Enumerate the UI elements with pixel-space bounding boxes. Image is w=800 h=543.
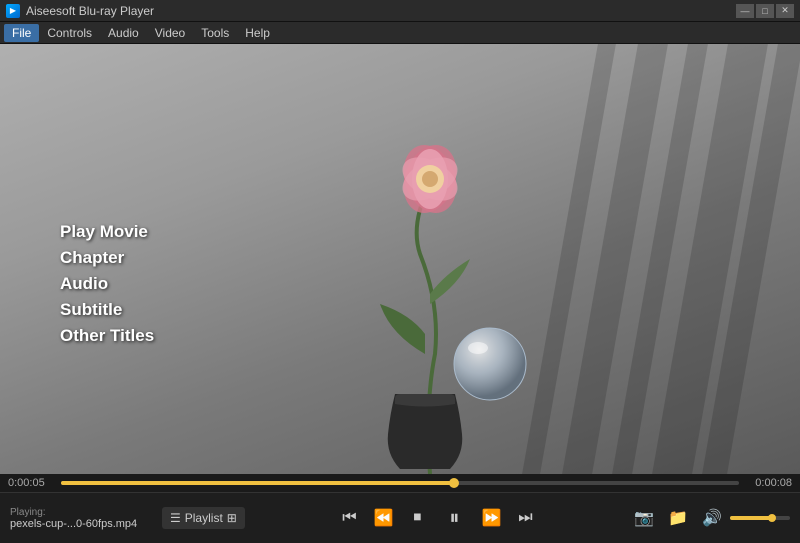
close-button[interactable]: ✕ (776, 4, 794, 18)
folder-button[interactable]: 📁 (664, 504, 692, 532)
app-icon: ▶ (6, 4, 20, 18)
glass-orb (450, 324, 530, 404)
app-icon-symbol: ▶ (10, 6, 16, 15)
overlay-menu-item-chapter[interactable]: Chapter (60, 248, 154, 268)
volume-thumb (768, 514, 776, 522)
playback-controls: ⏮ ⏪ ⏹ ⏸ ⏩ ⏭ (251, 500, 624, 536)
video-area: Play Movie Chapter Audio Subtitle Other Titl… (0, 44, 800, 474)
volume-slider[interactable] (730, 516, 790, 520)
progress-thumb (449, 478, 459, 488)
menu-item-controls[interactable]: Controls (39, 24, 100, 42)
skip-back-button[interactable]: ⏮ (334, 503, 364, 533)
volume-area: 🔊 (698, 504, 790, 532)
menu-item-help[interactable]: Help (237, 24, 278, 42)
progress-area: 0:00:05 0:00:08 (0, 474, 800, 492)
title-text: Aiseesoft Blu-ray Player (26, 4, 154, 18)
time-end: 0:00:08 (747, 477, 792, 489)
progress-fill (61, 481, 454, 485)
playing-file: pexels-cup-...0-60fps.mp4 (10, 518, 150, 530)
playing-label: Playing: (10, 507, 150, 518)
overlay-menu-item-subtitle[interactable]: Subtitle (60, 300, 154, 320)
progress-bar[interactable] (61, 481, 739, 485)
menu-item-tools[interactable]: Tools (193, 24, 237, 42)
playlist-button[interactable]: ☰ Playlist ⊞ (162, 507, 245, 529)
maximize-button[interactable]: □ (756, 4, 774, 18)
volume-fill (730, 516, 772, 520)
right-controls: 📷 📁 🔊 (630, 504, 790, 532)
fast-forward-button[interactable]: ⏩ (476, 503, 506, 533)
overlay-menu: Play Movie Chapter Audio Subtitle Other Titl… (60, 222, 154, 346)
now-playing: Playing: pexels-cup-...0-60fps.mp4 (10, 507, 150, 530)
minimize-button[interactable]: — (736, 4, 754, 18)
menu-item-file[interactable]: File (4, 24, 39, 42)
rewind-button[interactable]: ⏪ (368, 503, 398, 533)
skip-forward-button[interactable]: ⏭ (510, 503, 540, 533)
controls-bar: Playing: pexels-cup-...0-60fps.mp4 ☰ Pla… (0, 492, 800, 543)
title-left: ▶ Aiseesoft Blu-ray Player (6, 4, 154, 18)
overlay-menu-item-other-titles[interactable]: Other Titles (60, 326, 154, 346)
stop-button[interactable]: ⏹ (402, 503, 432, 533)
vase (380, 394, 470, 474)
menu-item-video[interactable]: Video (147, 24, 193, 42)
video-background: Play Movie Chapter Audio Subtitle Other Titl… (0, 44, 800, 474)
overlay-menu-item-play-movie[interactable]: Play Movie (60, 222, 154, 242)
menu-item-audio[interactable]: Audio (100, 24, 147, 42)
snapshot-button[interactable]: 📷 (630, 504, 658, 532)
menu-bar: FileControlsAudioVideoToolsHelp (0, 22, 800, 44)
time-start: 0:00:05 (8, 477, 53, 489)
overlay-menu-item-audio[interactable]: Audio (60, 274, 154, 294)
window-controls: — □ ✕ (736, 4, 794, 18)
volume-button[interactable]: 🔊 (698, 504, 726, 532)
play-pause-button[interactable]: ⏸ (436, 500, 472, 536)
title-bar: ▶ Aiseesoft Blu-ray Player — □ ✕ (0, 0, 800, 22)
